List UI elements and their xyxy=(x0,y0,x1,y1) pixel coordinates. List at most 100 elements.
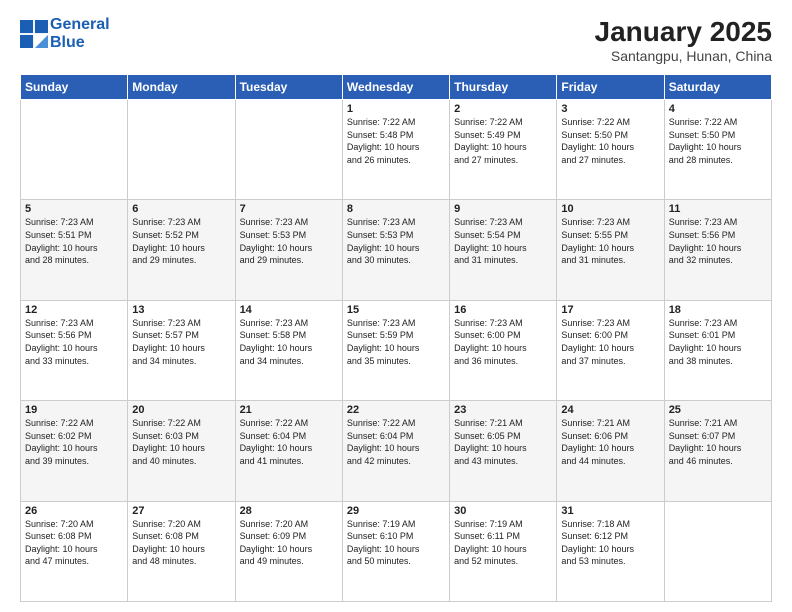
calendar-cell: 14Sunrise: 7:23 AM Sunset: 5:58 PM Dayli… xyxy=(235,300,342,400)
calendar-cell: 23Sunrise: 7:21 AM Sunset: 6:05 PM Dayli… xyxy=(450,401,557,501)
day-detail: Sunrise: 7:22 AM Sunset: 6:04 PM Dayligh… xyxy=(240,417,338,467)
calendar-cell: 9Sunrise: 7:23 AM Sunset: 5:54 PM Daylig… xyxy=(450,200,557,300)
calendar-week-row: 1Sunrise: 7:22 AM Sunset: 5:48 PM Daylig… xyxy=(21,100,772,200)
day-number: 27 xyxy=(132,505,230,517)
subtitle: Santangpu, Hunan, China xyxy=(595,48,772,64)
day-detail: Sunrise: 7:22 AM Sunset: 6:03 PM Dayligh… xyxy=(132,417,230,467)
calendar-cell: 17Sunrise: 7:23 AM Sunset: 6:00 PM Dayli… xyxy=(557,300,664,400)
calendar-cell: 24Sunrise: 7:21 AM Sunset: 6:06 PM Dayli… xyxy=(557,401,664,501)
day-number: 29 xyxy=(347,505,445,517)
calendar-cell: 7Sunrise: 7:23 AM Sunset: 5:53 PM Daylig… xyxy=(235,200,342,300)
day-number: 13 xyxy=(132,304,230,316)
calendar-cell: 11Sunrise: 7:23 AM Sunset: 5:56 PM Dayli… xyxy=(664,200,771,300)
day-detail: Sunrise: 7:20 AM Sunset: 6:09 PM Dayligh… xyxy=(240,518,338,568)
day-number: 15 xyxy=(347,304,445,316)
day-detail: Sunrise: 7:23 AM Sunset: 5:59 PM Dayligh… xyxy=(347,317,445,367)
day-detail: Sunrise: 7:22 AM Sunset: 5:50 PM Dayligh… xyxy=(561,116,659,166)
calendar-cell: 6Sunrise: 7:23 AM Sunset: 5:52 PM Daylig… xyxy=(128,200,235,300)
calendar-week-row: 12Sunrise: 7:23 AM Sunset: 5:56 PM Dayli… xyxy=(21,300,772,400)
calendar-header-row: SundayMondayTuesdayWednesdayThursdayFrid… xyxy=(21,75,772,100)
day-number: 14 xyxy=(240,304,338,316)
calendar-week-row: 5Sunrise: 7:23 AM Sunset: 5:51 PM Daylig… xyxy=(21,200,772,300)
calendar-cell: 10Sunrise: 7:23 AM Sunset: 5:55 PM Dayli… xyxy=(557,200,664,300)
calendar-cell: 15Sunrise: 7:23 AM Sunset: 5:59 PM Dayli… xyxy=(342,300,449,400)
day-number: 17 xyxy=(561,304,659,316)
header: General Blue January 2025 Santangpu, Hun… xyxy=(20,16,772,64)
calendar-cell: 5Sunrise: 7:23 AM Sunset: 5:51 PM Daylig… xyxy=(21,200,128,300)
calendar-cell: 18Sunrise: 7:23 AM Sunset: 6:01 PM Dayli… xyxy=(664,300,771,400)
calendar-header-wednesday: Wednesday xyxy=(342,75,449,100)
day-detail: Sunrise: 7:21 AM Sunset: 6:07 PM Dayligh… xyxy=(669,417,767,467)
day-detail: Sunrise: 7:23 AM Sunset: 6:01 PM Dayligh… xyxy=(669,317,767,367)
calendar-cell: 21Sunrise: 7:22 AM Sunset: 6:04 PM Dayli… xyxy=(235,401,342,501)
calendar-cell: 13Sunrise: 7:23 AM Sunset: 5:57 PM Dayli… xyxy=(128,300,235,400)
calendar-cell: 8Sunrise: 7:23 AM Sunset: 5:53 PM Daylig… xyxy=(342,200,449,300)
calendar-header-thursday: Thursday xyxy=(450,75,557,100)
day-detail: Sunrise: 7:19 AM Sunset: 6:11 PM Dayligh… xyxy=(454,518,552,568)
day-number: 6 xyxy=(132,203,230,215)
calendar-cell: 22Sunrise: 7:22 AM Sunset: 6:04 PM Dayli… xyxy=(342,401,449,501)
calendar-week-row: 19Sunrise: 7:22 AM Sunset: 6:02 PM Dayli… xyxy=(21,401,772,501)
day-detail: Sunrise: 7:23 AM Sunset: 6:00 PM Dayligh… xyxy=(454,317,552,367)
day-number: 4 xyxy=(669,103,767,115)
calendar-cell: 27Sunrise: 7:20 AM Sunset: 6:08 PM Dayli… xyxy=(128,501,235,601)
main-title: January 2025 xyxy=(595,16,772,48)
calendar-cell: 31Sunrise: 7:18 AM Sunset: 6:12 PM Dayli… xyxy=(557,501,664,601)
logo: General Blue xyxy=(20,16,110,51)
day-number: 19 xyxy=(25,404,123,416)
day-number: 23 xyxy=(454,404,552,416)
calendar-cell xyxy=(235,100,342,200)
day-number: 26 xyxy=(25,505,123,517)
calendar-cell: 3Sunrise: 7:22 AM Sunset: 5:50 PM Daylig… xyxy=(557,100,664,200)
day-detail: Sunrise: 7:20 AM Sunset: 6:08 PM Dayligh… xyxy=(25,518,123,568)
calendar-cell xyxy=(21,100,128,200)
day-detail: Sunrise: 7:23 AM Sunset: 5:52 PM Dayligh… xyxy=(132,216,230,266)
page: General Blue January 2025 Santangpu, Hun… xyxy=(0,0,792,612)
day-detail: Sunrise: 7:23 AM Sunset: 5:53 PM Dayligh… xyxy=(240,216,338,266)
day-number: 28 xyxy=(240,505,338,517)
day-detail: Sunrise: 7:21 AM Sunset: 6:06 PM Dayligh… xyxy=(561,417,659,467)
day-detail: Sunrise: 7:19 AM Sunset: 6:10 PM Dayligh… xyxy=(347,518,445,568)
day-detail: Sunrise: 7:23 AM Sunset: 5:57 PM Dayligh… xyxy=(132,317,230,367)
calendar-cell xyxy=(128,100,235,200)
day-detail: Sunrise: 7:23 AM Sunset: 5:55 PM Dayligh… xyxy=(561,216,659,266)
day-number: 8 xyxy=(347,203,445,215)
day-number: 25 xyxy=(669,404,767,416)
day-detail: Sunrise: 7:23 AM Sunset: 5:53 PM Dayligh… xyxy=(347,216,445,266)
day-detail: Sunrise: 7:23 AM Sunset: 5:51 PM Dayligh… xyxy=(25,216,123,266)
day-detail: Sunrise: 7:22 AM Sunset: 5:49 PM Dayligh… xyxy=(454,116,552,166)
day-detail: Sunrise: 7:23 AM Sunset: 5:58 PM Dayligh… xyxy=(240,317,338,367)
calendar-cell: 4Sunrise: 7:22 AM Sunset: 5:50 PM Daylig… xyxy=(664,100,771,200)
day-number: 12 xyxy=(25,304,123,316)
calendar-table: SundayMondayTuesdayWednesdayThursdayFrid… xyxy=(20,74,772,602)
calendar-cell xyxy=(664,501,771,601)
day-detail: Sunrise: 7:22 AM Sunset: 6:04 PM Dayligh… xyxy=(347,417,445,467)
day-number: 9 xyxy=(454,203,552,215)
day-number: 20 xyxy=(132,404,230,416)
title-block: January 2025 Santangpu, Hunan, China xyxy=(595,16,772,64)
day-number: 5 xyxy=(25,203,123,215)
calendar-cell: 19Sunrise: 7:22 AM Sunset: 6:02 PM Dayli… xyxy=(21,401,128,501)
day-number: 18 xyxy=(669,304,767,316)
day-number: 16 xyxy=(454,304,552,316)
day-number: 10 xyxy=(561,203,659,215)
day-detail: Sunrise: 7:23 AM Sunset: 5:56 PM Dayligh… xyxy=(669,216,767,266)
day-detail: Sunrise: 7:22 AM Sunset: 5:48 PM Dayligh… xyxy=(347,116,445,166)
day-detail: Sunrise: 7:20 AM Sunset: 6:08 PM Dayligh… xyxy=(132,518,230,568)
calendar-cell: 12Sunrise: 7:23 AM Sunset: 5:56 PM Dayli… xyxy=(21,300,128,400)
calendar-cell: 29Sunrise: 7:19 AM Sunset: 6:10 PM Dayli… xyxy=(342,501,449,601)
calendar-header-tuesday: Tuesday xyxy=(235,75,342,100)
day-number: 21 xyxy=(240,404,338,416)
day-number: 30 xyxy=(454,505,552,517)
calendar-cell: 26Sunrise: 7:20 AM Sunset: 6:08 PM Dayli… xyxy=(21,501,128,601)
calendar-cell: 20Sunrise: 7:22 AM Sunset: 6:03 PM Dayli… xyxy=(128,401,235,501)
calendar-header-saturday: Saturday xyxy=(664,75,771,100)
day-detail: Sunrise: 7:22 AM Sunset: 6:02 PM Dayligh… xyxy=(25,417,123,467)
day-number: 31 xyxy=(561,505,659,517)
calendar-week-row: 26Sunrise: 7:20 AM Sunset: 6:08 PM Dayli… xyxy=(21,501,772,601)
day-detail: Sunrise: 7:23 AM Sunset: 5:54 PM Dayligh… xyxy=(454,216,552,266)
day-number: 3 xyxy=(561,103,659,115)
calendar-header-friday: Friday xyxy=(557,75,664,100)
day-detail: Sunrise: 7:22 AM Sunset: 5:50 PM Dayligh… xyxy=(669,116,767,166)
logo-icon xyxy=(20,20,48,48)
